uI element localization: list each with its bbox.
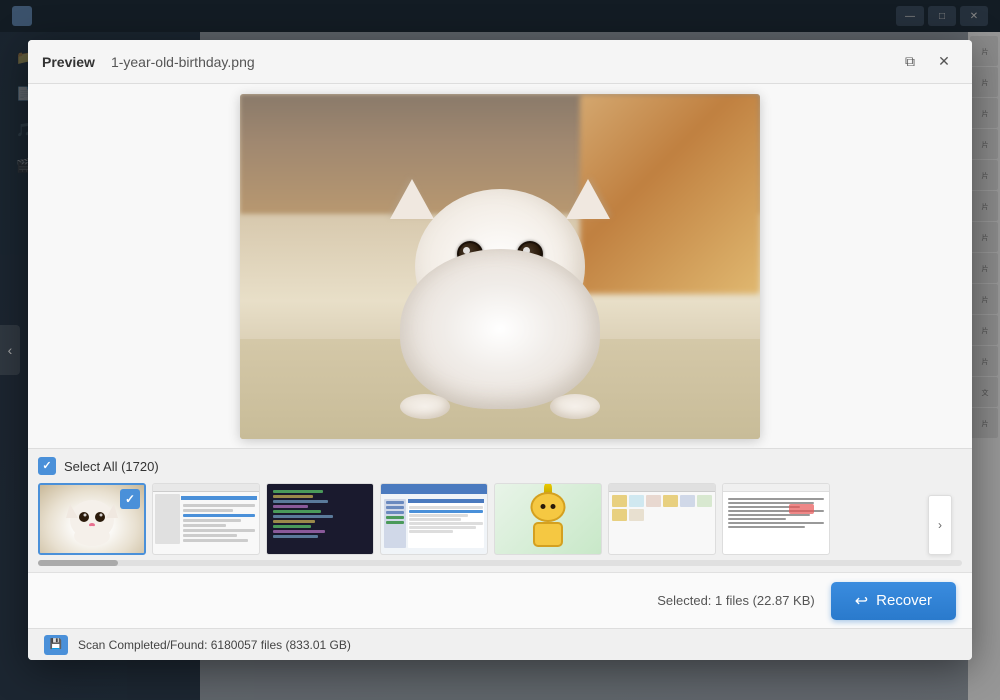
modal-window-buttons: ⧉ ✕ [896, 48, 958, 76]
recover-icon: ↩ [855, 591, 868, 611]
modal-footer: Selected: 1 files (22.87 KB) ↩ Recover [28, 572, 972, 628]
status-icon: 💾 [44, 635, 68, 655]
thumbnail-item[interactable] [152, 483, 260, 555]
thumbnail-image [267, 484, 373, 554]
thumbnails-scrollbar[interactable] [38, 560, 962, 566]
thumbnails-next-button[interactable]: › [928, 495, 952, 555]
select-all-row: Select All (1720) [38, 457, 962, 475]
thumbnail-item[interactable] [380, 483, 488, 555]
select-all-checkbox[interactable] [38, 457, 56, 475]
thumbnail-check: ✓ [120, 489, 140, 509]
thumbnails-area: ✓ [38, 483, 962, 566]
modal-titlebar: Preview 1-year-old-birthday.png ⧉ ✕ [28, 40, 972, 84]
select-all-label: Select All (1720) [64, 459, 159, 474]
mini-cat-svg [62, 492, 122, 547]
cat-paw-left [400, 394, 450, 419]
thumbnail-item[interactable] [608, 483, 716, 555]
cat-ear-left [390, 179, 434, 219]
thumbnails-row: ✓ [38, 483, 962, 555]
recover-button-label: Recover [876, 592, 932, 609]
preview-image [240, 94, 760, 439]
status-text: Scan Completed/Found: 6180057 files (833… [78, 638, 351, 652]
preview-modal: Preview 1-year-old-birthday.png ⧉ ✕ [28, 40, 972, 660]
selected-files-info: Selected: 1 files (22.87 KB) [657, 593, 815, 608]
thumbnail-image [381, 484, 487, 554]
thumbnail-image [723, 484, 829, 554]
cartoon-character [523, 492, 573, 547]
thumbnail-image [609, 484, 715, 554]
modal-app-name: Preview [42, 54, 95, 70]
thumbnail-image [153, 484, 259, 554]
cat-paw-right [550, 394, 600, 419]
modal-close-button[interactable]: ✕ [930, 48, 958, 76]
modal-restore-button[interactable]: ⧉ [896, 48, 924, 76]
recover-button[interactable]: ↩ Recover [831, 582, 956, 620]
thumbnail-item[interactable] [494, 483, 602, 555]
thumbnail-item[interactable] [722, 483, 830, 555]
thumbnail-item[interactable] [266, 483, 374, 555]
image-container [28, 84, 972, 448]
image-preview-area [28, 84, 972, 448]
cat-ear-right [566, 179, 610, 219]
status-bar: 💾 Scan Completed/Found: 6180057 files (8… [28, 628, 972, 660]
thumbnails-section: Select All (1720) ✓ [28, 448, 972, 572]
modal-filename: 1-year-old-birthday.png [111, 54, 255, 70]
scrollbar-thumb[interactable] [38, 560, 118, 566]
cat-body [380, 189, 620, 409]
cat-fur-body [400, 249, 600, 409]
thumbnail-image [495, 484, 601, 554]
thumbnail-item[interactable]: ✓ [38, 483, 146, 555]
